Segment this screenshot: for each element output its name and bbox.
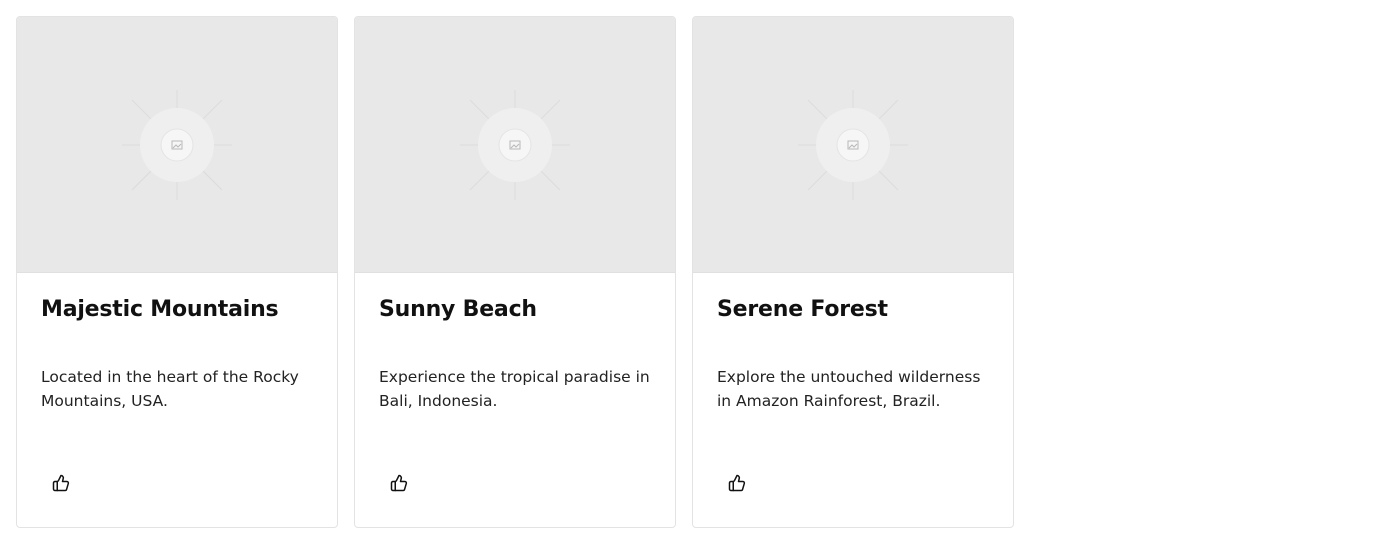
card-description: Explore the untouched wilderness in Amaz… — [717, 368, 981, 410]
thumbs-up-icon — [728, 474, 746, 492]
card-title: Sunny Beach — [379, 297, 537, 322]
like-button[interactable] — [43, 465, 79, 501]
thumbs-up-icon — [52, 474, 70, 492]
card-image-placeholder — [693, 17, 1013, 273]
thumbs-up-icon — [390, 474, 408, 492]
like-button[interactable] — [381, 465, 417, 501]
like-button[interactable] — [719, 465, 755, 501]
card-sunny-beach: Sunny Beach Experience the tropical para… — [354, 16, 676, 528]
image-placeholder-icon — [460, 90, 570, 200]
card-title: Majestic Mountains — [41, 297, 279, 322]
image-placeholder-icon — [122, 90, 232, 200]
card-image-placeholder — [17, 17, 337, 273]
card-image-placeholder — [355, 17, 675, 273]
card-description: Located in the heart of the Rocky Mounta… — [41, 368, 299, 410]
card-title: Serene Forest — [717, 297, 888, 322]
card-description: Experience the tropical paradise in Bali… — [379, 368, 650, 410]
card-majestic-mountains: Majestic Mountains Located in the heart … — [16, 16, 338, 528]
card-grid: Majestic Mountains Located in the heart … — [16, 16, 1014, 528]
card-serene-forest: Serene Forest Explore the untouched wild… — [692, 16, 1014, 528]
image-placeholder-icon — [798, 90, 908, 200]
